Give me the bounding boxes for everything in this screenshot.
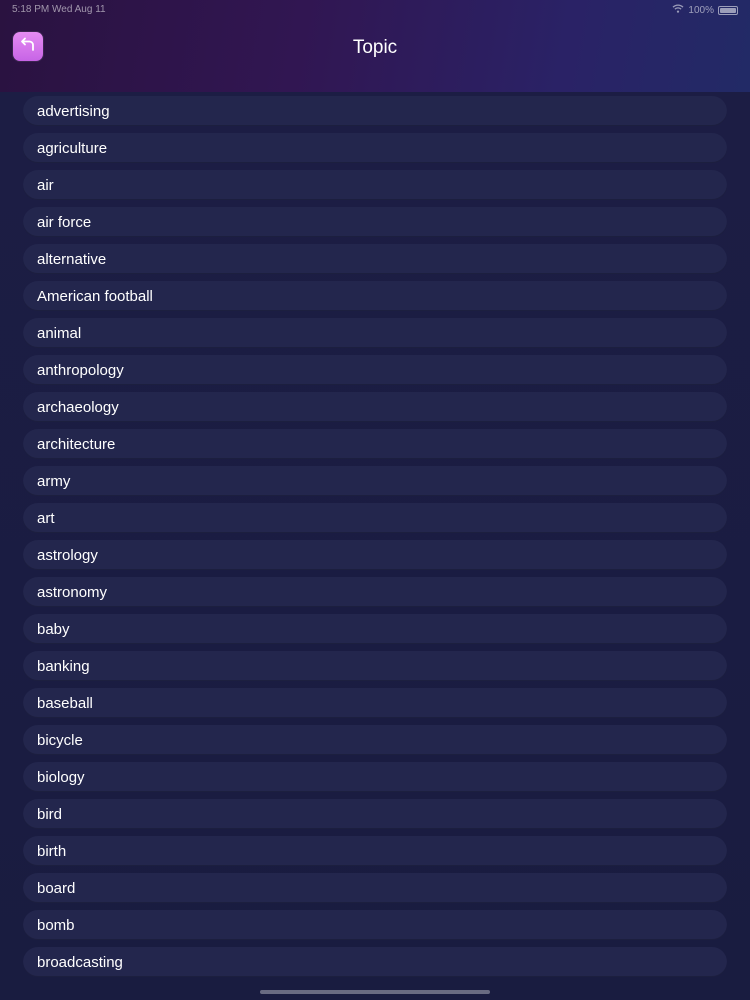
status-bar: 5:18 PM Wed Aug 11 100% — [0, 0, 750, 18]
topic-list-item[interactable]: baseball — [23, 688, 727, 718]
topic-list-item[interactable]: architecture — [23, 429, 727, 459]
topic-list-item[interactable]: astronomy — [23, 577, 727, 607]
topic-list-item[interactable]: anthropology — [23, 355, 727, 385]
topic-list-item[interactable]: air force — [23, 207, 727, 237]
topic-label: baby — [37, 620, 70, 638]
topic-label: air — [37, 176, 54, 194]
topic-list-item[interactable]: bird — [23, 799, 727, 829]
topic-label: alternative — [37, 250, 107, 268]
topic-label: birth — [37, 842, 67, 860]
topic-list-item[interactable]: board — [23, 873, 727, 903]
topic-label: air force — [37, 213, 92, 231]
topic-list-item[interactable]: agriculture — [23, 133, 727, 163]
topic-label: animal — [37, 324, 82, 342]
topic-list-item[interactable]: biology — [23, 762, 727, 792]
topic-label: bicycle — [37, 731, 83, 749]
topic-list-item[interactable]: army — [23, 466, 727, 496]
topic-label: architecture — [37, 435, 116, 453]
topic-label: broadcasting — [37, 953, 123, 971]
topic-list-item[interactable]: alternative — [23, 244, 727, 274]
battery-percent: 100% — [688, 4, 714, 16]
topic-label: anthropology — [37, 361, 124, 379]
topic-list-item[interactable]: air — [23, 170, 727, 200]
topic-label: agriculture — [37, 139, 108, 157]
topic-label: biology — [37, 768, 85, 786]
topic-list-item[interactable]: bicycle — [23, 725, 727, 755]
topic-label: astrology — [37, 546, 98, 564]
topic-label: board — [37, 879, 76, 897]
page-title: Topic — [352, 37, 398, 58]
topic-list-item[interactable]: bomb — [23, 910, 727, 940]
topic-label: American football — [37, 287, 153, 305]
topic-label: astronomy — [37, 583, 108, 601]
topic-list-item[interactable]: American football — [23, 281, 727, 311]
topic-label: archaeology — [37, 398, 119, 416]
status-time-date: 5:18 PM Wed Aug 11 — [12, 4, 106, 15]
topic-list-item[interactable]: broadcasting — [23, 947, 727, 977]
topic-label: banking — [37, 657, 90, 675]
topic-list: advertising agriculture air air force altern… — [23, 96, 727, 984]
topic-label: advertising — [37, 102, 110, 120]
battery-icon — [718, 5, 738, 15]
navigation-header: 5:18 PM Wed Aug 11 100% Topic — [0, 0, 750, 92]
topic-list-item[interactable]: banking — [23, 651, 727, 681]
topic-list-item[interactable]: astrology — [23, 540, 727, 570]
topic-label: bomb — [37, 916, 75, 934]
topic-list-item[interactable]: art — [23, 503, 727, 533]
topic-list-item[interactable]: baby — [23, 614, 727, 644]
topic-label: art — [37, 509, 55, 527]
topic-list-container[interactable]: advertising agriculture air air force altern… — [0, 92, 750, 1000]
status-right-group: 100% — [672, 4, 738, 16]
topic-label: bird — [37, 805, 63, 823]
topic-list-item[interactable]: advertising — [23, 96, 727, 126]
topic-label: army — [37, 472, 71, 490]
topic-label: baseball — [37, 694, 93, 712]
topic-list-item[interactable]: birth — [23, 836, 727, 866]
topic-list-item[interactable]: archaeology — [23, 392, 727, 422]
topic-list-item[interactable]: animal — [23, 318, 727, 348]
wifi-icon — [672, 4, 684, 16]
home-indicator[interactable] — [260, 990, 490, 994]
